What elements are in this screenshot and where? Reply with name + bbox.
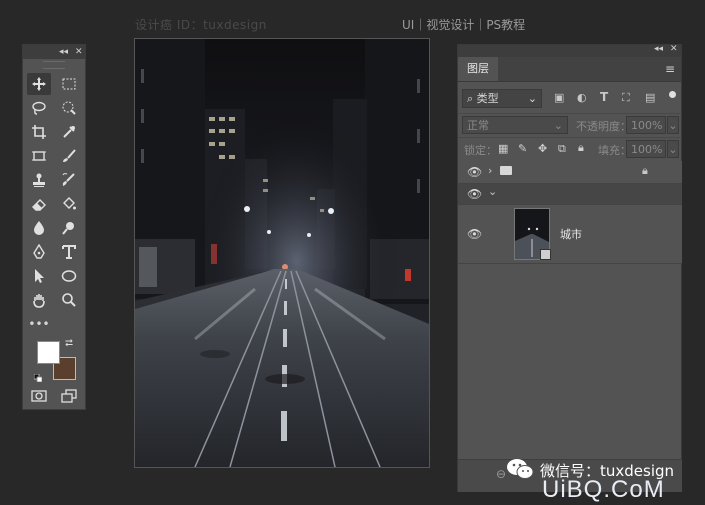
lock-label: 锁定： (464, 144, 497, 157)
filter-smart-object-icon[interactable]: ▤ (645, 91, 655, 104)
tagline: UI｜视觉设计｜PS教程 (402, 18, 526, 32)
link-layers-icon[interactable]: ⊖ (496, 467, 506, 481)
search-icon: ⌕ (467, 92, 474, 105)
visibility-eye-icon[interactable]: 👁︎ (467, 187, 482, 201)
screen-mode-icon[interactable] (57, 385, 81, 407)
visibility-eye-icon[interactable]: 👁︎ (467, 227, 482, 241)
quick-selection-tool-icon[interactable] (57, 97, 81, 119)
layer-name: 城市 (560, 228, 582, 241)
opacity-label: 不透明度： (576, 120, 631, 133)
folder-icon (500, 166, 512, 175)
tools-panel: ◂◂ ✕ ••• ⮂ (22, 44, 86, 410)
wechat-logo-icon (506, 458, 534, 480)
panel-menu-icon[interactable]: ≡ (665, 62, 675, 76)
crop-tool-icon[interactable] (27, 121, 51, 143)
dodge-tool-icon[interactable] (57, 217, 81, 239)
opacity-input[interactable]: 100% (626, 116, 666, 134)
layers-tabbar: 图层 ≡ (458, 57, 681, 82)
more-tools-icon[interactable]: ••• (27, 313, 51, 335)
blend-mode-value: 正常 (467, 119, 489, 132)
collapse-icon[interactable]: ◂◂ (654, 44, 663, 54)
lock-move-icon[interactable]: ✥ (538, 142, 547, 155)
panel-grip[interactable] (43, 61, 65, 69)
swap-colors-icon[interactable]: ⮂ (65, 338, 73, 349)
fill-input[interactable]: 100% (626, 140, 666, 158)
site-watermark: UiBQ.CoM (542, 476, 665, 503)
move-tool-icon[interactable] (27, 73, 51, 95)
lasso-tool-icon[interactable] (27, 97, 51, 119)
path-selection-tool-icon[interactable] (27, 265, 51, 287)
layers-panel-header[interactable]: ◂◂ ✕ (458, 44, 681, 57)
default-colors-icon[interactable] (33, 367, 43, 383)
layer-row-group[interactable]: 👁︎ › 🔒︎ (458, 161, 682, 184)
marquee-tool-icon[interactable] (57, 73, 81, 95)
type-tool-icon[interactable] (57, 241, 81, 263)
close-icon[interactable]: ✕ (670, 44, 678, 54)
pen-tool-icon[interactable] (27, 241, 51, 263)
watermark-top: 设计癌 ID：tuxdesign (135, 18, 267, 32)
tools-panel-header[interactable]: ◂◂ ✕ (23, 45, 85, 59)
history-brush-tool-icon[interactable] (57, 169, 81, 191)
layer-row-city[interactable]: 👁︎ 城市 (458, 205, 682, 264)
close-icon[interactable]: ✕ (75, 45, 83, 59)
visibility-eye-icon[interactable]: 👁︎ (467, 165, 482, 179)
zoom-tool-icon[interactable] (57, 289, 81, 311)
layers-panel: ◂◂ ✕ 图层 ≡ ⌕ 类型 ⌄ ▣ ◐ T ⛶ ▤ 正常 ⌄ 不透明度： 10… (457, 44, 682, 492)
document-canvas[interactable] (134, 38, 430, 468)
eyedropper-tool-icon[interactable] (57, 121, 81, 143)
quick-mask-icon[interactable] (27, 385, 51, 407)
city-street-photo (135, 39, 429, 467)
paint-bucket-tool-icon[interactable] (57, 193, 81, 215)
chevron-down-icon[interactable]: ⌄ (488, 185, 497, 198)
fill-dropdown[interactable]: ⌄ (667, 140, 679, 158)
blend-mode-select[interactable]: 正常 ⌄ (462, 116, 568, 134)
ellipse-tool-icon[interactable] (57, 265, 81, 287)
opacity-dropdown[interactable]: ⌄ (667, 116, 679, 134)
stamp-tool-icon[interactable] (27, 169, 51, 191)
brush-tool-icon[interactable] (57, 145, 81, 167)
layer-row-open-group[interactable]: 👁︎ ⌄ (458, 184, 682, 205)
lock-brush-icon[interactable]: ✎ (518, 142, 527, 155)
chevron-down-icon: ⌄ (527, 92, 537, 105)
tab-layers[interactable]: 图层 (458, 57, 498, 81)
lock-transparent-icon[interactable]: ▦ (498, 142, 508, 155)
hand-tool-icon[interactable] (27, 289, 51, 311)
filter-toggle-icon[interactable] (669, 91, 676, 98)
filter-adjustment-icon[interactable]: ◐ (577, 91, 587, 104)
filter-row: ⌕ 类型 ⌄ ▣ ◐ T ⛶ ▤ (458, 87, 682, 111)
lock-icon: 🔒︎ (642, 164, 648, 177)
filter-type-icon[interactable]: T (600, 90, 608, 104)
smart-object-badge-icon (540, 249, 551, 260)
frame-tool-icon[interactable] (27, 145, 51, 167)
filter-shape-icon[interactable]: ⛶ (622, 91, 630, 105)
filter-pixel-icon[interactable]: ▣ (554, 91, 564, 104)
eraser-tool-icon[interactable] (27, 193, 51, 215)
blur-tool-icon[interactable] (27, 217, 51, 239)
lock-all-icon[interactable]: 🔒︎ (578, 141, 584, 155)
collapse-icon[interactable]: ◂◂ (59, 45, 68, 59)
chevron-down-icon: ⌄ (553, 119, 563, 132)
filter-kind-value: 类型 (476, 92, 499, 105)
foreground-color-swatch[interactable] (37, 341, 60, 364)
filter-kind-select[interactable]: ⌕ 类型 ⌄ (462, 89, 542, 108)
lock-artboard-icon[interactable]: ⧉ (558, 142, 566, 156)
chevron-right-icon[interactable]: › (488, 164, 492, 177)
blend-row: 正常 ⌄ 不透明度： 100% ⌄ (458, 113, 682, 136)
lock-row: 锁定： ▦ ✎ ✥ ⧉ 🔒︎ 填充： 100% ⌄ (458, 137, 682, 160)
